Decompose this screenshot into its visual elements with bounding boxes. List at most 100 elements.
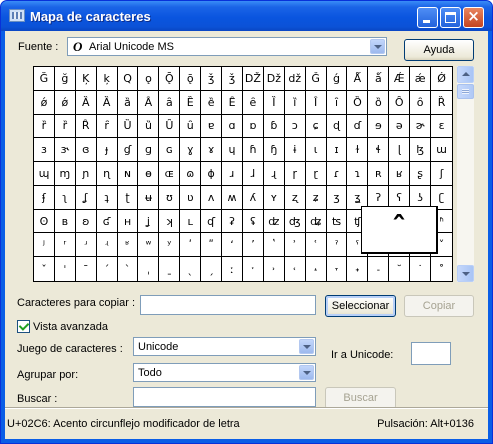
chevron-down-icon[interactable] (370, 39, 385, 54)
char-cell[interactable]: Ķ (75, 67, 97, 91)
char-cell[interactable]: ʊ (159, 185, 181, 210)
char-cell[interactable]: ʟ (180, 209, 202, 234)
char-cell[interactable]: ˔ (306, 257, 327, 281)
char-cell[interactable]: Ȃ (138, 90, 160, 115)
char-cell[interactable]: ʵ (96, 233, 118, 258)
char-cell[interactable]: ʜ (117, 209, 139, 234)
char-cell[interactable]: ȇ (242, 90, 264, 115)
char-cell[interactable]: ɒ (242, 114, 264, 139)
char-cell[interactable]: ȅ (201, 90, 223, 115)
char-cell[interactable]: ʤ (284, 209, 306, 234)
char-cell[interactable]: ʹ (180, 233, 202, 258)
char-cell[interactable]: ɢ (159, 138, 181, 163)
char-cell[interactable]: Ǧ (305, 67, 327, 91)
char-cell[interactable]: ɵ (138, 162, 160, 186)
char-cell[interactable]: ɸ (201, 162, 223, 186)
char-cell[interactable]: ğ (54, 67, 76, 91)
char-cell[interactable]: ˎ (180, 257, 202, 281)
char-cell[interactable]: ʾ (284, 233, 306, 258)
char-cell[interactable]: dž (284, 67, 306, 91)
char-cell[interactable]: Ǭ (159, 67, 181, 91)
char-cell[interactable]: ʞ (159, 209, 181, 234)
char-cell[interactable]: ˇ (34, 257, 55, 281)
char-cell[interactable]: ǽ (410, 67, 432, 91)
char-cell[interactable]: ʃ (431, 162, 452, 186)
char-cell[interactable]: ɧ (263, 138, 285, 163)
char-cell[interactable]: Ȓ (75, 114, 97, 139)
char-cell[interactable]: Ȍ (347, 90, 369, 115)
minimize-button[interactable] (417, 7, 438, 28)
char-cell[interactable]: ķ (96, 67, 118, 91)
scroll-up-arrow-icon[interactable] (457, 66, 474, 83)
char-cell[interactable]: ɛ (431, 115, 452, 139)
char-cell[interactable]: ɩ (305, 138, 327, 163)
char-cell[interactable]: ˊ (97, 257, 118, 281)
help-button[interactable]: Ayuda (404, 39, 474, 61)
close-button[interactable]: × (463, 7, 484, 28)
char-cell[interactable]: ʶ (117, 233, 139, 258)
char-cell[interactable]: ɠ (117, 138, 139, 163)
char-cell[interactable]: ʏ (263, 185, 285, 210)
char-cell[interactable]: Ȗ (159, 114, 181, 139)
char-cell[interactable]: Ȋ (305, 90, 327, 115)
char-cell[interactable]: ʈ (117, 185, 139, 210)
char-cell[interactable]: ɡ (138, 138, 160, 163)
char-cell[interactable]: ɞ (75, 138, 97, 163)
char-cell[interactable]: ɮ (410, 138, 432, 163)
char-cell[interactable]: ɔ (284, 114, 306, 139)
char-cell[interactable]: Ǽ (389, 67, 411, 91)
charset-select[interactable]: Unicode (133, 337, 316, 356)
char-cell[interactable]: ʑ (305, 185, 327, 210)
char-cell[interactable]: ɘ (368, 114, 390, 139)
char-cell[interactable]: ˚ (431, 257, 452, 281)
char-cell[interactable]: ʣ (263, 209, 285, 234)
char-cell[interactable]: Q (117, 67, 139, 91)
char-cell[interactable]: ɽ (305, 162, 327, 186)
char-cell[interactable]: ɐ (201, 114, 223, 139)
char-cell[interactable]: ʻ (222, 233, 243, 258)
char-cell[interactable]: ʺ (201, 233, 223, 258)
grid-scrollbar[interactable] (457, 66, 474, 282)
char-cell[interactable]: ǭ (180, 67, 202, 91)
title-bar[interactable]: Mapa de caracteres × (1, 1, 492, 31)
group-by-select[interactable]: Todo (133, 363, 316, 382)
char-cell[interactable]: ɿ (347, 162, 369, 186)
select-button[interactable]: Seleccionar (325, 295, 396, 317)
char-cell[interactable]: ǻ (368, 67, 390, 91)
char-cell[interactable]: Ȅ (180, 90, 202, 115)
char-cell[interactable]: ɗ (347, 114, 369, 139)
char-cell[interactable]: ʛ (96, 209, 118, 234)
char-cell[interactable]: ʲ (34, 233, 55, 258)
char-cell[interactable]: ɷ (180, 162, 202, 186)
char-cell[interactable]: ʘ (34, 209, 55, 234)
char-cell[interactable]: Ǿ (431, 67, 452, 91)
char-cell[interactable]: ʅ (54, 185, 76, 210)
char-cell[interactable]: ˖ (347, 257, 369, 281)
char-cell[interactable]: ɶ (159, 162, 181, 186)
char-cell[interactable]: ɱ (54, 162, 76, 186)
char-cell[interactable]: ɫ (347, 138, 369, 163)
char-cell[interactable]: ʳ (54, 233, 76, 258)
search-button[interactable]: Buscar (325, 387, 396, 409)
char-cell[interactable]: ǫ (138, 67, 160, 91)
char-cell[interactable]: Ȉ (263, 90, 285, 115)
advanced-view-checkbox[interactable] (17, 320, 30, 333)
char-cell[interactable]: ɰ (34, 162, 55, 186)
char-cell[interactable]: ʝ (138, 209, 160, 234)
char-cell[interactable]: ə (389, 114, 411, 139)
char-cell[interactable]: ɪ (326, 138, 348, 163)
char-cell[interactable]: ȑ (34, 114, 55, 139)
char-cell[interactable]: ɻ (263, 162, 285, 186)
scroll-down-arrow-icon[interactable] (457, 265, 474, 282)
char-cell[interactable]: ˋ (118, 257, 139, 281)
char-cell[interactable]: ɴ (117, 162, 139, 186)
char-cell[interactable]: ˙ (410, 257, 432, 281)
char-cell[interactable]: ȍ (368, 90, 390, 115)
char-cell[interactable]: ȑ (54, 114, 76, 139)
char-cell[interactable]: ɲ (75, 162, 97, 186)
char-cell[interactable]: ʄ (34, 185, 55, 210)
copy-input[interactable] (140, 295, 316, 315)
search-input[interactable] (133, 387, 316, 407)
char-cell[interactable]: ʼ (242, 233, 264, 258)
scroll-thumb[interactable] (457, 84, 474, 99)
